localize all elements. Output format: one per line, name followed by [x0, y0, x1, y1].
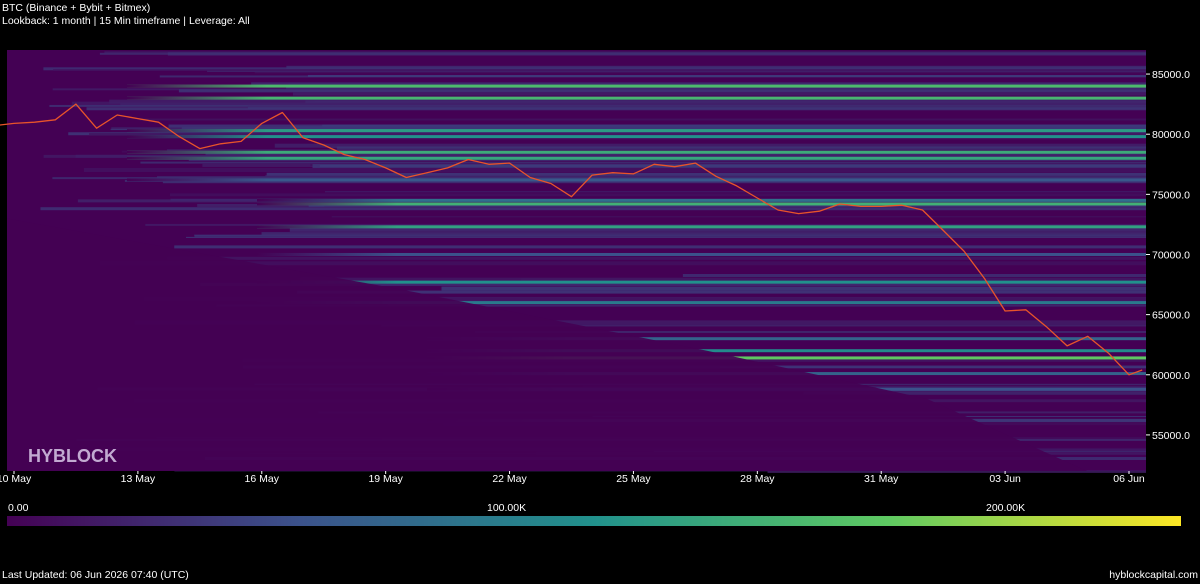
y-tick-label: 70000.0 — [1152, 249, 1190, 261]
x-axis: 10 May 13 May 16 May 19 May 22 May 25 May 28 M… — [0, 471, 1145, 485]
y-tick-label: 75000.0 — [1152, 189, 1190, 201]
x-tick-label: 16 May — [245, 473, 280, 485]
heatmap-texture-stripe — [167, 256, 1147, 260]
heatmap-texture-stripe — [261, 232, 1147, 236]
y-tick-label: 65000.0 — [1152, 310, 1190, 322]
heatmap-texture-stripe — [169, 193, 1147, 197]
heatmap-texture-stripe — [441, 286, 1146, 291]
heatmap-texture-stripe — [139, 118, 1147, 121]
heatmap-texture-stripe — [104, 51, 1146, 53]
last-updated-text: Last Updated: 06 Jun 2026 07:40 (UTC) — [2, 569, 189, 581]
liquidation-band-fade — [257, 225, 397, 229]
heatmap-texture-stripe — [178, 89, 1147, 93]
heatmap-texture-stripe — [319, 164, 1146, 167]
x-tick-label: 13 May — [121, 473, 156, 485]
heatmap-texture-stripe — [254, 72, 1147, 74]
heatmap-texture-stripe — [289, 227, 1146, 232]
liquidation-band-fade — [257, 252, 397, 256]
liquidation-band-fade — [127, 129, 267, 133]
liquidation-band-fade — [127, 96, 267, 100]
heatmap-texture-stripe — [325, 191, 1146, 193]
heatmap-texture-stripe — [682, 273, 1146, 277]
plot-area: HYBLOCK — [0, 50, 1147, 473]
heatmap-texture-stripe — [186, 236, 1146, 238]
heatmap-texture-stripe — [307, 74, 1147, 77]
liquidation-band — [127, 129, 1146, 133]
heatmap-texture-stripe — [140, 161, 1146, 164]
heatmap-texture-stripe — [166, 262, 1146, 264]
liquidation-band — [127, 135, 1146, 139]
y-tick-label: 60000.0 — [1152, 370, 1190, 382]
colorbar-label-mid: 100.00K — [487, 502, 527, 514]
liquidation-band-fade — [257, 202, 397, 206]
colorbar-label-high: 200.00K — [986, 502, 1026, 514]
y-tick-label: 55000.0 — [1152, 430, 1190, 442]
liquidation-band-fade — [127, 84, 267, 88]
x-tick-label: 06 Jun — [1113, 473, 1145, 485]
heatmap-texture-stripe — [297, 290, 1146, 294]
y-tick-label: 85000.0 — [1152, 69, 1190, 81]
liquidation-band-fade — [257, 198, 397, 202]
colorbar — [7, 516, 1181, 526]
heatmap-texture-stripe — [286, 65, 1146, 69]
x-tick-label: 10 May — [0, 473, 32, 485]
y-axis: 55000.0 60000.0 65000.0 70000.0 75000.0 80000… — [1146, 69, 1190, 442]
liquidation-band — [127, 178, 1146, 182]
liquidation-band — [127, 156, 1146, 160]
heatmap-texture-stripe — [336, 146, 1147, 150]
colorbar-label-min: 0.00 — [8, 502, 29, 514]
heatmap-texture-stripe — [174, 245, 1146, 249]
liquidation-heatmap-chart[interactable]: HYBLOCK 55000.0 60000.0 65000.0 70000.0 7500… — [0, 0, 1200, 500]
y-tick-label: 80000.0 — [1152, 129, 1190, 141]
liquidation-band — [127, 84, 1146, 88]
heatmap-texture-stripe — [265, 175, 1147, 177]
site-url: hyblockcapital.com — [1109, 569, 1198, 581]
liquidation-band-fade — [127, 178, 267, 182]
heatmap-texture-stripe — [99, 52, 1146, 55]
heatmap-texture-stripe — [86, 107, 1147, 111]
heatmap-texture-stripe — [292, 92, 1146, 96]
liquidation-band-fade — [127, 150, 267, 154]
heatmap-texture-stripe — [40, 207, 1147, 211]
heatmap-texture-stripe — [83, 168, 1147, 173]
x-tick-label: 28 May — [740, 473, 775, 485]
liquidation-band — [127, 96, 1146, 100]
liquidation-band — [127, 150, 1146, 154]
x-tick-label: 19 May — [368, 473, 403, 485]
hyblock-watermark: HYBLOCK — [28, 446, 117, 466]
liquidation-band-fade — [127, 156, 267, 160]
x-tick-label: 25 May — [616, 473, 651, 485]
x-tick-label: 22 May — [492, 473, 527, 485]
x-tick-label: 31 May — [864, 473, 899, 485]
heatmap-texture-stripe — [331, 216, 1146, 218]
heatmap-texture-stripe — [53, 69, 1146, 72]
x-tick-label: 03 Jun — [989, 473, 1021, 485]
